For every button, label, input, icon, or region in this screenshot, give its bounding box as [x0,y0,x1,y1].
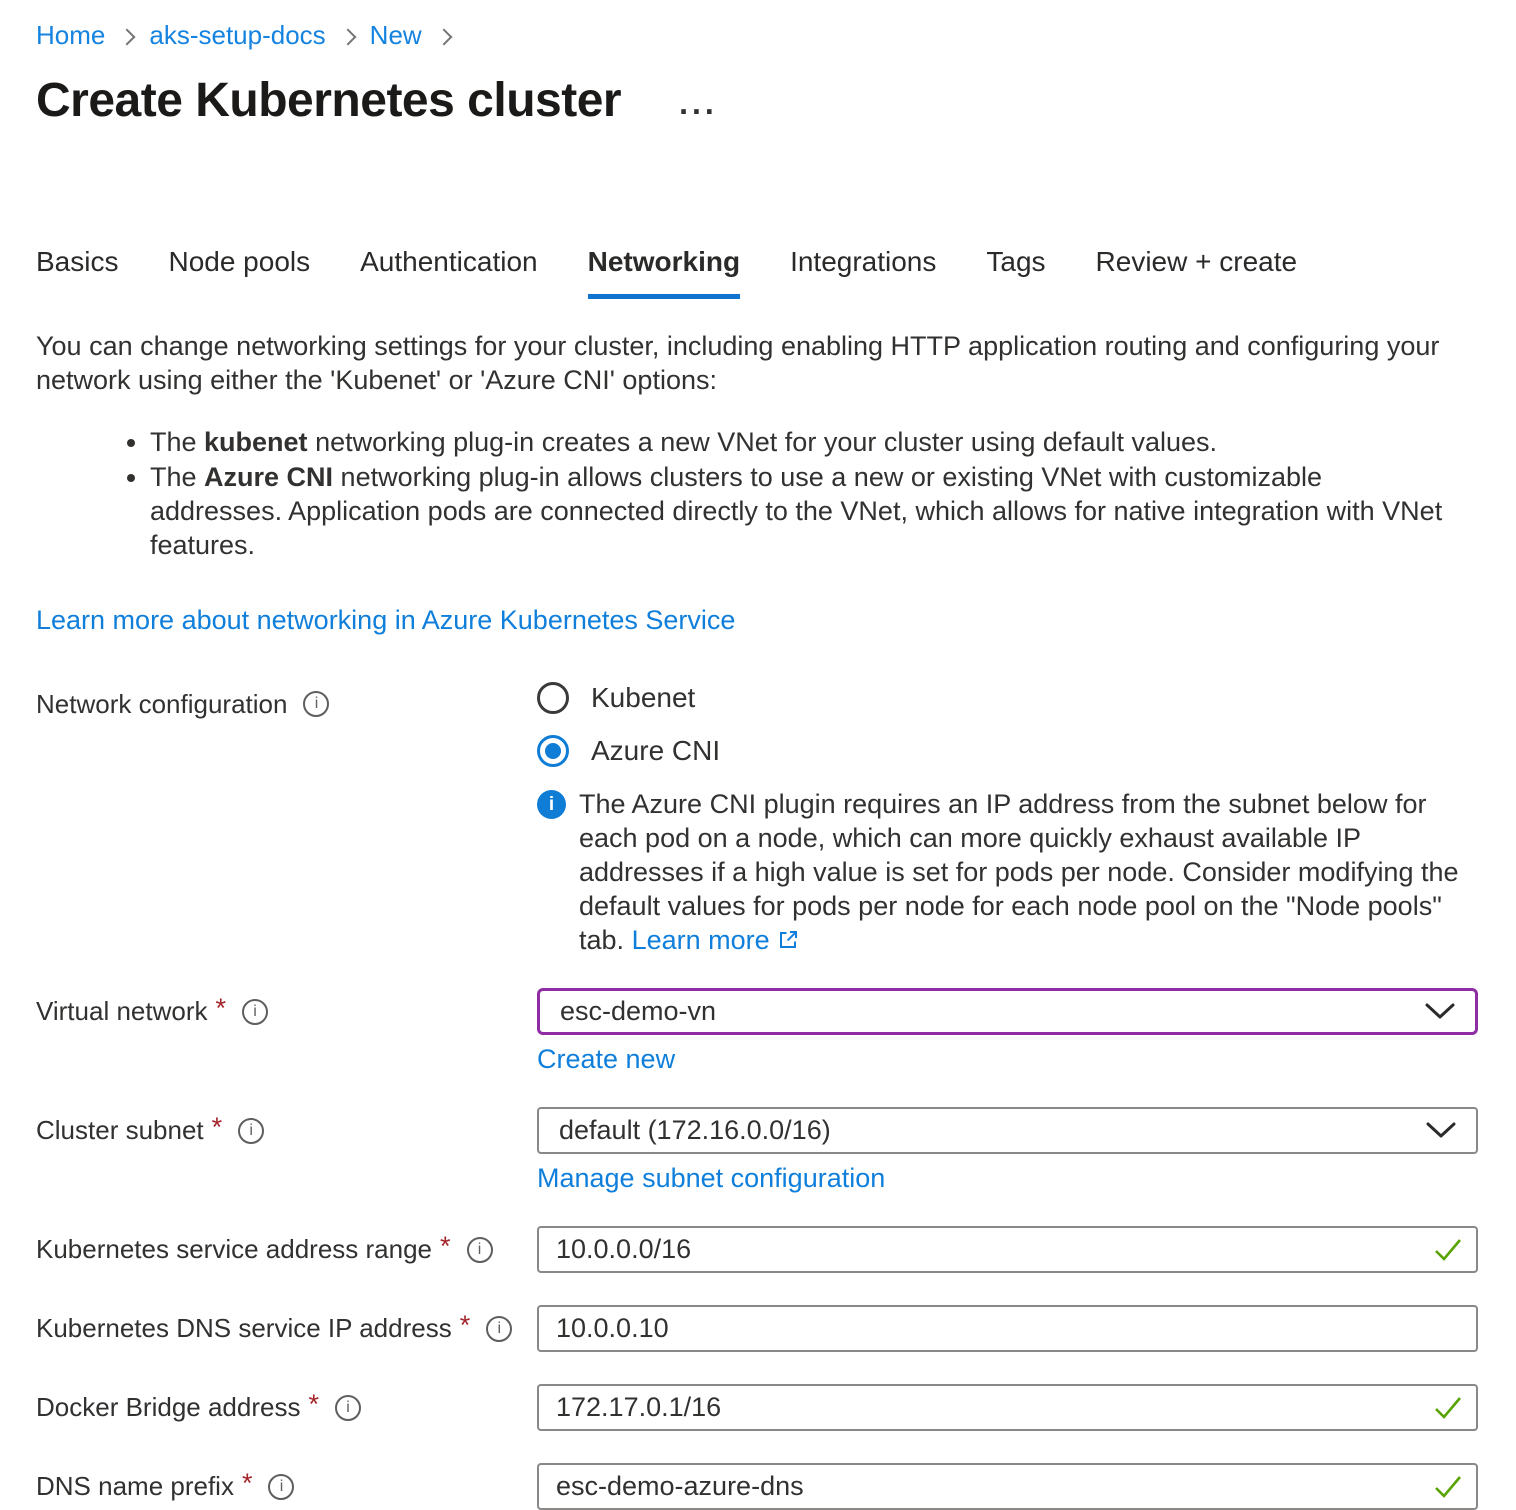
azure-cni-note-text: The Azure CNI plugin requires an IP addr… [579,787,1478,957]
required-asterisk: * [242,1468,253,1499]
radio-selected-icon[interactable] [537,735,569,767]
azure-cni-info-note: i The Azure CNI plugin requires an IP ad… [537,787,1478,957]
radio-azure-cni-label: Azure CNI [591,735,720,767]
dns-name-prefix-row: DNS name prefix * i [36,1463,1478,1510]
virtual-network-label-group: Virtual network * i [36,988,537,1035]
virtual-network-label: Virtual network [36,996,208,1027]
radio-unselected-icon[interactable] [537,682,569,714]
info-icon[interactable]: i [486,1316,512,1342]
service-address-range-label: Kubernetes service address range [36,1234,432,1265]
service-address-range-input[interactable] [537,1226,1478,1273]
dns-service-ip-row: Kubernetes DNS service IP address * i [36,1305,1478,1352]
required-asterisk: * [216,993,227,1024]
manage-subnet-configuration-link[interactable]: Manage subnet configuration [537,1163,885,1194]
breadcrumb-aks-setup-docs[interactable]: aks-setup-docs [149,20,325,51]
dns-name-prefix-input[interactable] [537,1463,1478,1510]
virtual-network-dropdown[interactable]: esc-demo-vn [537,988,1478,1035]
dns-service-ip-label: Kubernetes DNS service IP address [36,1313,452,1344]
page-title: Create Kubernetes cluster [36,73,621,128]
learn-more-networking-link[interactable]: Learn more about networking in Azure Kub… [36,605,735,636]
cluster-subnet-dropdown[interactable]: default (172.16.0.0/16) [537,1107,1478,1154]
required-asterisk: * [212,1112,223,1143]
create-kubernetes-cluster-page: Home aks-setup-docs New Create Kubernete… [0,0,1516,1510]
docker-bridge-label-group: Docker Bridge address * i [36,1384,537,1431]
service-address-range-label-group: Kubernetes service address range * i [36,1226,537,1273]
kubenet-bullet-prefix: The [150,427,204,457]
service-address-range-row: Kubernetes service address range * i [36,1226,1478,1273]
cluster-subnet-label-group: Cluster subnet * i [36,1107,537,1154]
title-row: Create Kubernetes cluster ... [36,73,1478,128]
chevron-down-icon [1425,1003,1455,1020]
dns-service-ip-control [537,1305,1478,1352]
tab-bar: Basics Node pools Authentication Network… [36,246,1478,299]
virtual-network-row: Virtual network * i esc-demo-vn Create n… [36,988,1478,1075]
chevron-right-icon [339,28,356,45]
required-asterisk: * [308,1389,319,1420]
azure-cni-bullet-prefix: The [150,462,204,492]
tab-review-create[interactable]: Review + create [1096,246,1298,299]
chevron-right-icon [435,28,452,45]
cluster-subnet-label: Cluster subnet [36,1115,204,1146]
info-icon[interactable]: i [335,1395,361,1421]
required-asterisk: * [460,1310,471,1341]
dns-name-prefix-label-group: DNS name prefix * i [36,1463,537,1510]
cluster-subnet-value: default (172.16.0.0/16) [559,1115,831,1146]
info-icon[interactable]: i [242,999,268,1025]
valid-check-icon [1432,1237,1464,1263]
valid-check-icon [1432,1474,1464,1500]
dns-name-prefix-label: DNS name prefix [36,1471,234,1502]
azure-cni-bullet: The Azure CNI networking plug-in allows … [150,460,1456,562]
tab-authentication[interactable]: Authentication [360,246,537,299]
info-icon[interactable]: i [303,691,329,717]
chevron-down-icon [1426,1122,1456,1139]
network-configuration-options: Kubenet Azure CNI i The Azure CNI plugin… [537,682,1478,957]
info-filled-icon: i [537,790,566,819]
docker-bridge-label: Docker Bridge address [36,1392,300,1423]
networking-form: Network configuration i Kubenet Azure CN… [36,682,1478,1510]
valid-check-icon [1432,1395,1464,1421]
network-configuration-row: Network configuration i Kubenet Azure CN… [36,682,1478,957]
info-icon[interactable]: i [268,1474,294,1500]
kubenet-bullet-rest: networking plug-in creates a new VNet fo… [308,427,1217,457]
radio-kubenet-label: Kubenet [591,682,695,714]
cni-learn-more-link[interactable]: Learn more [632,925,770,955]
azure-cni-bullet-bold: Azure CNI [204,462,333,492]
cluster-subnet-control: default (172.16.0.0/16) Manage subnet co… [537,1107,1478,1194]
docker-bridge-input[interactable] [537,1384,1478,1431]
network-configuration-label: Network configuration [36,689,287,720]
breadcrumb-home[interactable]: Home [36,20,105,51]
breadcrumb-new[interactable]: New [370,20,422,51]
network-configuration-label-group: Network configuration i [36,682,537,726]
required-asterisk: * [440,1231,451,1262]
kubenet-bullet: The kubenet networking plug-in creates a… [150,425,1456,459]
kubenet-bullet-bold: kubenet [204,427,308,457]
azure-cni-bullet-rest: networking plug-in allows clusters to us… [150,462,1442,560]
info-icon[interactable]: i [238,1118,264,1144]
dns-service-ip-label-group: Kubernetes DNS service IP address * i [36,1305,537,1352]
create-new-vnet-link[interactable]: Create new [537,1044,675,1075]
virtual-network-value: esc-demo-vn [560,996,716,1027]
cluster-subnet-row: Cluster subnet * i default (172.16.0.0/1… [36,1107,1478,1194]
tab-networking[interactable]: Networking [588,246,740,299]
tab-integrations[interactable]: Integrations [790,246,936,299]
tab-basics[interactable]: Basics [36,246,118,299]
more-options-button[interactable]: ... [679,83,718,119]
virtual-network-control: esc-demo-vn Create new [537,988,1478,1075]
radio-option-kubenet[interactable]: Kubenet [537,682,1478,714]
service-address-range-control [537,1226,1478,1273]
radio-option-azure-cni[interactable]: Azure CNI [537,735,1478,767]
dns-name-prefix-control [537,1463,1478,1510]
plugin-bullet-list: The kubenet networking plug-in creates a… [36,425,1456,562]
dns-service-ip-input[interactable] [537,1305,1478,1352]
networking-intro-text: You can change networking settings for y… [36,329,1466,397]
tab-tags[interactable]: Tags [986,246,1045,299]
chevron-right-icon [119,28,136,45]
info-icon[interactable]: i [467,1237,493,1263]
docker-bridge-control [537,1384,1478,1431]
breadcrumb: Home aks-setup-docs New [36,20,1478,51]
external-link-icon [776,928,800,952]
tab-node-pools[interactable]: Node pools [168,246,310,299]
docker-bridge-row: Docker Bridge address * i [36,1384,1478,1431]
